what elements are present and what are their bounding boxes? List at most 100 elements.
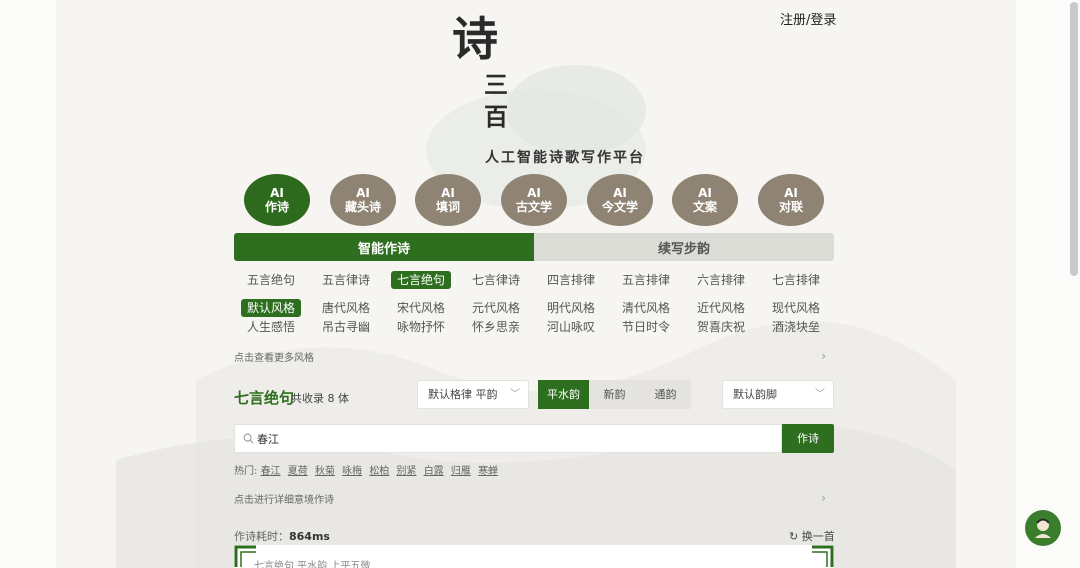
write-poem-button[interactable]: 作诗 [782,424,834,453]
style-option[interactable]: 元代风格 [463,299,529,317]
style-option[interactable]: 近代风格 [688,299,754,317]
theme-option[interactable]: 酒浇块垒 [763,318,829,336]
hot-topic-link[interactable]: 咏梅 [342,466,362,477]
rhyme-foot-select-value: 默认韵脚 [733,388,777,401]
category-copywriting[interactable]: AI 文案 [672,174,738,226]
generation-time: 作诗耗时：864ms [234,528,330,544]
category-label-1: AI [527,186,541,200]
meter-select[interactable]: 默认格律 平韵 ﹀ [417,380,529,409]
style-option[interactable]: 清代风格 [613,299,679,317]
theme-option[interactable]: 贺喜庆祝 [688,318,754,336]
chat-assistant-button[interactable] [1025,510,1061,546]
login-register-link[interactable]: 注册/登录 [780,9,836,28]
more-styles-label: 点击查看更多风格 [234,353,314,364]
rhyme-foot-select[interactable]: 默认韵脚 ﹀ [722,380,834,409]
refresh-poem-button[interactable]: ↻ 换一首 [789,528,835,544]
category-label-2: 今文学 [601,200,638,214]
category-label-2: 古文学 [515,200,552,214]
logo-main-char: 诗 [452,12,498,66]
style-option[interactable]: 明代风格 [538,299,604,317]
category-ai-poem[interactable]: AI 作诗 [244,174,310,226]
hot-topic-link[interactable]: 松柏 [369,466,389,477]
category-label-2: 填词 [435,200,460,214]
hot-topic-link[interactable]: 别紧 [397,466,417,477]
form-option[interactable]: 七言排律 [763,271,829,289]
hot-topic-link[interactable]: 寒蝉 [478,466,498,477]
more-styles-link[interactable]: 点击查看更多风格 › [234,349,834,365]
rhyme-option-common[interactable]: 通韵 [640,380,691,409]
category-label-1: AI [698,186,712,200]
style-option[interactable]: 现代风格 [763,299,829,317]
category-label-2: 藏头诗 [344,200,381,214]
form-option[interactable]: 四言排律 [538,271,604,289]
left-margin [0,0,56,568]
assistant-avatar-icon [1026,511,1060,545]
category-acrostic[interactable]: AI 藏头诗 [330,174,396,226]
frame-corner-icon [234,545,256,567]
category-label-1: AI [270,186,284,200]
theme-option[interactable]: 节日时令 [613,318,679,336]
frame-corner-icon [812,545,834,567]
hot-topics: 热门: 春江 夏荷 秋菊 咏梅 松柏 别紧 白露 归雁 寒蝉 [234,462,502,477]
theme-option[interactable]: 人生感悟 [238,318,304,336]
form-option[interactable]: 五言绝句 [238,271,304,289]
hot-topic-link[interactable]: 夏荷 [288,466,308,477]
theme-option[interactable]: 怀乡思亲 [463,318,529,336]
hot-label: 热门: [234,466,258,477]
style-option[interactable]: 宋代风格 [388,299,454,317]
form-count: 共收录 8 体 [291,392,349,405]
hot-topic-link[interactable]: 春江 [261,466,281,477]
refresh-icon: ↻ [789,530,799,543]
category-label-1: AI [441,186,455,200]
rhyme-option-pingshui[interactable]: 平水韵 [538,380,589,409]
category-label-2: 文案 [692,200,717,214]
right-margin [1016,0,1080,568]
style-option-selected[interactable]: 默认风格 [241,299,301,317]
theme-option[interactable]: 咏物抒怀 [388,318,454,336]
chevron-right-icon: › [821,349,826,363]
rhyme-option-new[interactable]: 新韵 [589,380,640,409]
form-option-selected[interactable]: 七言绝句 [391,271,451,289]
form-option[interactable]: 六言排律 [688,271,754,289]
category-classical-prose[interactable]: AI 古文学 [501,174,567,226]
chevron-down-icon: ﹀ [510,389,520,400]
style-option[interactable]: 唐代风格 [313,299,379,317]
form-option[interactable]: 五言排律 [613,271,679,289]
topic-input[interactable] [257,429,757,449]
theme-option[interactable]: 吊古寻幽 [313,318,379,336]
category-label-2: 作诗 [264,200,289,214]
form-option[interactable]: 五言律诗 [313,271,379,289]
category-label-1: AI [613,186,627,200]
category-label-1: AI [356,186,370,200]
logo-sub-char-1: 三 [484,70,508,99]
hot-topic-link[interactable]: 白露 [424,466,444,477]
time-label: 作诗耗时： [234,530,289,543]
meter-select-value: 默认格律 平韵 [428,388,498,401]
scrollbar[interactable] [1070,2,1078,276]
tab-smart-poem[interactable]: 智能作诗 [234,233,534,261]
ink-landscape-background [56,0,1016,568]
hot-topic-link[interactable]: 归雁 [451,466,471,477]
category-ci[interactable]: AI 填词 [415,174,481,226]
time-value: 864ms [289,530,330,543]
detail-mood-link[interactable]: 点击进行详细意境作诗 › [234,491,834,507]
poem-result-card: 七言绝句 平水韵 上平五微 [234,545,834,568]
poem-meta: 七言绝句 平水韵 上平五微 [254,561,371,568]
category-modern-prose[interactable]: AI 今文学 [587,174,653,226]
slogan: 人工智能诗歌写作平台 [485,150,645,166]
tab-continue-rhyme[interactable]: 续写步韵 [534,233,834,261]
theme-option[interactable]: 河山咏叹 [538,318,604,336]
category-label-2: 对联 [778,200,803,214]
detail-mood-label: 点击进行详细意境作诗 [234,495,334,506]
chevron-down-icon: ﹀ [815,389,825,400]
topic-search-box [234,424,782,453]
category-label-1: AI [784,186,798,200]
form-option[interactable]: 七言律诗 [463,271,529,289]
hot-topic-link[interactable]: 秋菊 [315,466,335,477]
refresh-label: 换一首 [801,530,835,543]
search-icon [243,433,254,444]
category-couplet[interactable]: AI 对联 [758,174,824,226]
form-title: 七言绝句 [234,389,295,407]
logo-sub-char-2: 百 [484,102,508,131]
chevron-right-icon: › [821,491,826,505]
